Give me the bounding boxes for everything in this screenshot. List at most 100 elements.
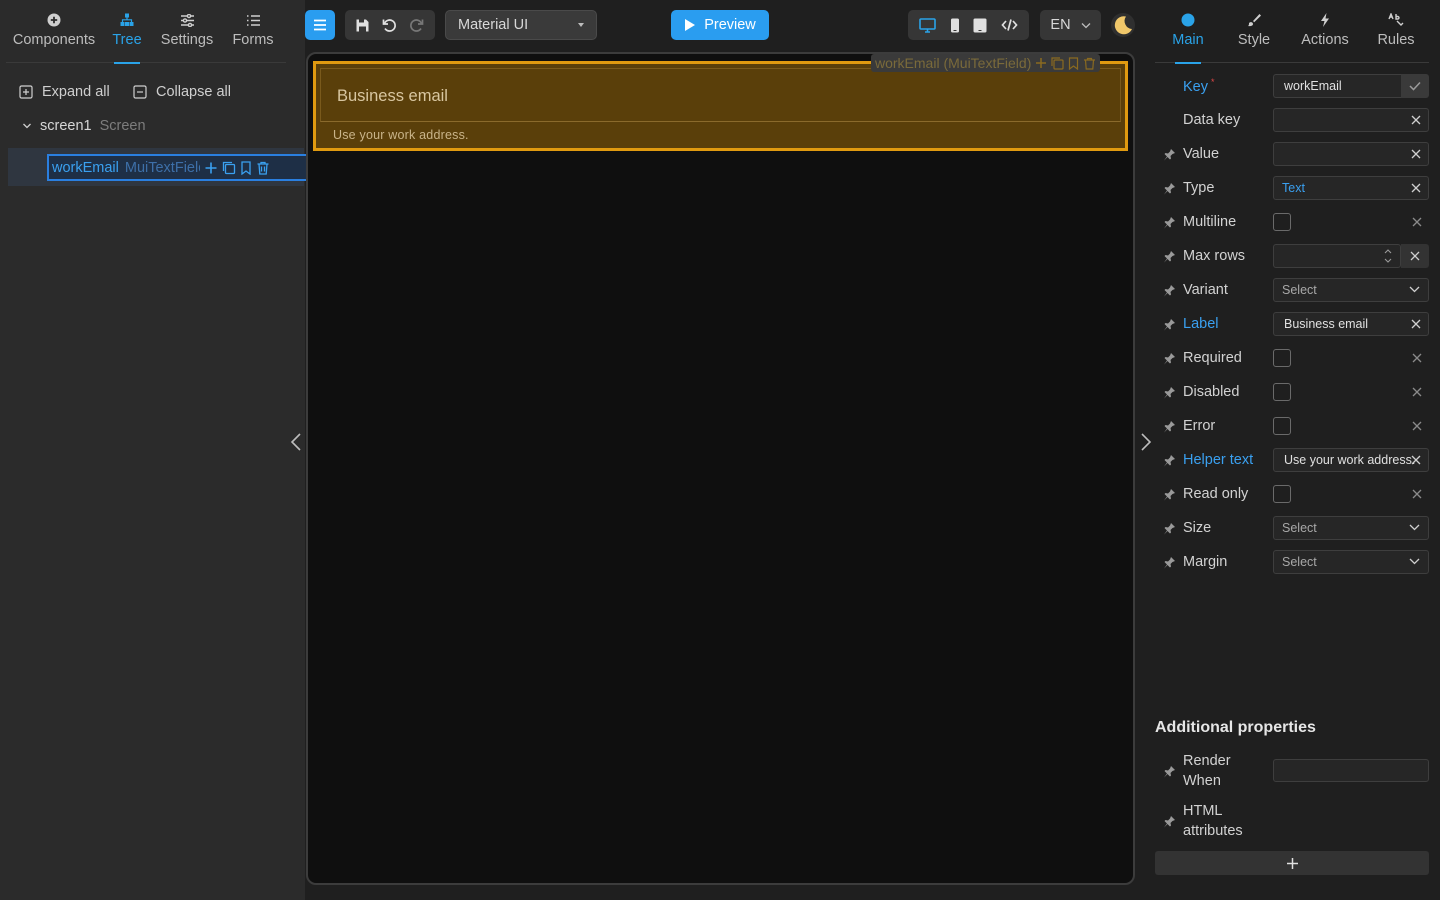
pin-icon[interactable] bbox=[1155, 216, 1183, 229]
tab-components[interactable]: Components bbox=[6, 0, 102, 63]
preview-button[interactable]: Preview bbox=[671, 10, 769, 40]
prop-multiline: Multiline bbox=[1155, 209, 1429, 235]
tab-actions[interactable]: Actions bbox=[1295, 0, 1355, 63]
component-tag-label: workEmail (MuiTextField) bbox=[875, 55, 1032, 71]
pin-icon[interactable] bbox=[1155, 148, 1183, 161]
expand-all-button[interactable]: Expand all bbox=[19, 84, 110, 100]
bookmark-icon[interactable] bbox=[240, 160, 252, 175]
error-checkbox[interactable] bbox=[1273, 417, 1291, 435]
brush-icon bbox=[1247, 12, 1261, 28]
add-child-icon[interactable] bbox=[204, 161, 218, 175]
clear-icon[interactable] bbox=[1411, 216, 1423, 228]
helper-text-input[interactable]: Use your work address. bbox=[1273, 448, 1429, 472]
value-input[interactable] bbox=[1273, 142, 1429, 166]
theme-toggle[interactable] bbox=[1111, 13, 1135, 37]
collapse-all-button[interactable]: Collapse all bbox=[133, 84, 231, 100]
tab-style[interactable]: Style bbox=[1229, 0, 1279, 63]
framework-select[interactable]: Material UI bbox=[445, 10, 597, 40]
pin-icon[interactable] bbox=[1155, 815, 1183, 828]
pin-icon[interactable] bbox=[1155, 556, 1183, 569]
tree-node-workemail[interactable]: workEmail MuiTextField bbox=[47, 154, 312, 181]
size-select[interactable]: Select bbox=[1273, 516, 1429, 540]
tree-node-screen1[interactable]: screen1 Screen bbox=[22, 118, 146, 134]
save-icon[interactable] bbox=[355, 18, 370, 33]
undo-icon[interactable] bbox=[381, 17, 397, 33]
framework-value: Material UI bbox=[458, 17, 529, 33]
mobile-icon[interactable] bbox=[950, 18, 960, 33]
pin-icon[interactable] bbox=[1155, 765, 1183, 778]
read-only-checkbox[interactable] bbox=[1273, 485, 1291, 503]
clear-icon[interactable] bbox=[1410, 114, 1422, 126]
design-canvas[interactable] bbox=[306, 52, 1135, 885]
clear-icon[interactable] bbox=[1411, 488, 1423, 500]
clear-icon[interactable] bbox=[1411, 386, 1423, 398]
trash-icon[interactable] bbox=[1083, 57, 1096, 70]
pin-icon[interactable] bbox=[1155, 386, 1183, 399]
language-select[interactable]: EN bbox=[1040, 10, 1101, 40]
pin-icon[interactable] bbox=[1155, 522, 1183, 535]
add-html-attribute-button[interactable] bbox=[1155, 851, 1429, 875]
collapse-right-panel-icon[interactable] bbox=[1139, 432, 1153, 452]
tab-rules[interactable]: Rules bbox=[1371, 0, 1421, 63]
hamburger-icon bbox=[314, 19, 326, 31]
pin-icon[interactable] bbox=[1155, 182, 1183, 195]
prop-data-key-label: Data key bbox=[1183, 112, 1241, 128]
duplicate-icon[interactable] bbox=[1051, 56, 1064, 70]
tab-rules-label: Rules bbox=[1377, 32, 1415, 48]
textfield-input-box[interactable]: Business email bbox=[320, 68, 1121, 122]
pin-icon[interactable] bbox=[1155, 284, 1183, 297]
right-tabs: Main Style Actions Rules bbox=[1155, 0, 1429, 63]
clear-icon[interactable] bbox=[1411, 352, 1423, 364]
type-select[interactable]: Text bbox=[1273, 176, 1429, 200]
max-rows-clear-button[interactable] bbox=[1401, 244, 1429, 268]
prop-max-rows: Max rows bbox=[1155, 243, 1429, 269]
key-confirm-button[interactable] bbox=[1401, 74, 1429, 98]
key-input[interactable]: workEmail bbox=[1273, 74, 1401, 98]
data-key-input[interactable] bbox=[1273, 108, 1429, 132]
clear-icon[interactable] bbox=[1411, 420, 1423, 432]
redo-icon[interactable] bbox=[409, 17, 425, 33]
required-checkbox[interactable] bbox=[1273, 349, 1291, 367]
menu-button[interactable] bbox=[305, 10, 335, 40]
tab-tree-label: Tree bbox=[112, 32, 142, 48]
collapse-left-panel-icon[interactable] bbox=[289, 432, 303, 452]
margin-select[interactable]: Select bbox=[1273, 550, 1429, 574]
max-rows-input[interactable] bbox=[1273, 244, 1401, 268]
canvas-textfield-workemail[interactable]: Business email Use your work address. bbox=[313, 61, 1128, 151]
plus-circle-icon bbox=[47, 12, 61, 28]
tab-style-label: Style bbox=[1237, 32, 1271, 48]
desktop-icon[interactable] bbox=[919, 17, 936, 33]
tab-settings[interactable]: Settings bbox=[152, 0, 222, 63]
code-icon[interactable] bbox=[1001, 18, 1018, 32]
collapse-all-label: Collapse all bbox=[156, 84, 231, 100]
tree-node-name: workEmail bbox=[52, 159, 119, 176]
duplicate-icon[interactable] bbox=[222, 161, 236, 175]
disabled-checkbox[interactable] bbox=[1273, 383, 1291, 401]
pin-icon[interactable] bbox=[1155, 352, 1183, 365]
pin-icon[interactable] bbox=[1155, 318, 1183, 331]
render-when-input[interactable] bbox=[1273, 759, 1429, 782]
stepper-icon[interactable] bbox=[1384, 248, 1392, 264]
multiline-checkbox[interactable] bbox=[1273, 213, 1291, 231]
pin-icon[interactable] bbox=[1155, 420, 1183, 433]
tablet-icon[interactable] bbox=[973, 18, 987, 33]
prop-variant-label: Variant bbox=[1183, 282, 1228, 298]
pin-icon[interactable] bbox=[1155, 454, 1183, 467]
trash-icon[interactable] bbox=[256, 161, 270, 175]
pin-icon[interactable] bbox=[1155, 250, 1183, 263]
prop-error: Error bbox=[1155, 413, 1429, 439]
variant-select[interactable]: Select bbox=[1273, 278, 1429, 302]
tab-main[interactable]: Main bbox=[1163, 0, 1213, 63]
prop-size-label: Size bbox=[1183, 520, 1212, 536]
tab-forms[interactable]: Forms bbox=[222, 0, 284, 63]
pin-icon[interactable] bbox=[1155, 488, 1183, 501]
clear-icon[interactable] bbox=[1410, 148, 1422, 160]
clear-icon[interactable] bbox=[1410, 182, 1422, 194]
bookmark-icon[interactable] bbox=[1068, 56, 1079, 70]
tab-tree[interactable]: Tree bbox=[102, 0, 152, 63]
add-child-icon[interactable] bbox=[1035, 57, 1047, 69]
clear-icon[interactable] bbox=[1410, 318, 1422, 330]
prop-data-key: Data key bbox=[1155, 107, 1429, 133]
label-input[interactable]: Business email bbox=[1273, 312, 1429, 336]
clear-icon[interactable] bbox=[1410, 454, 1422, 466]
